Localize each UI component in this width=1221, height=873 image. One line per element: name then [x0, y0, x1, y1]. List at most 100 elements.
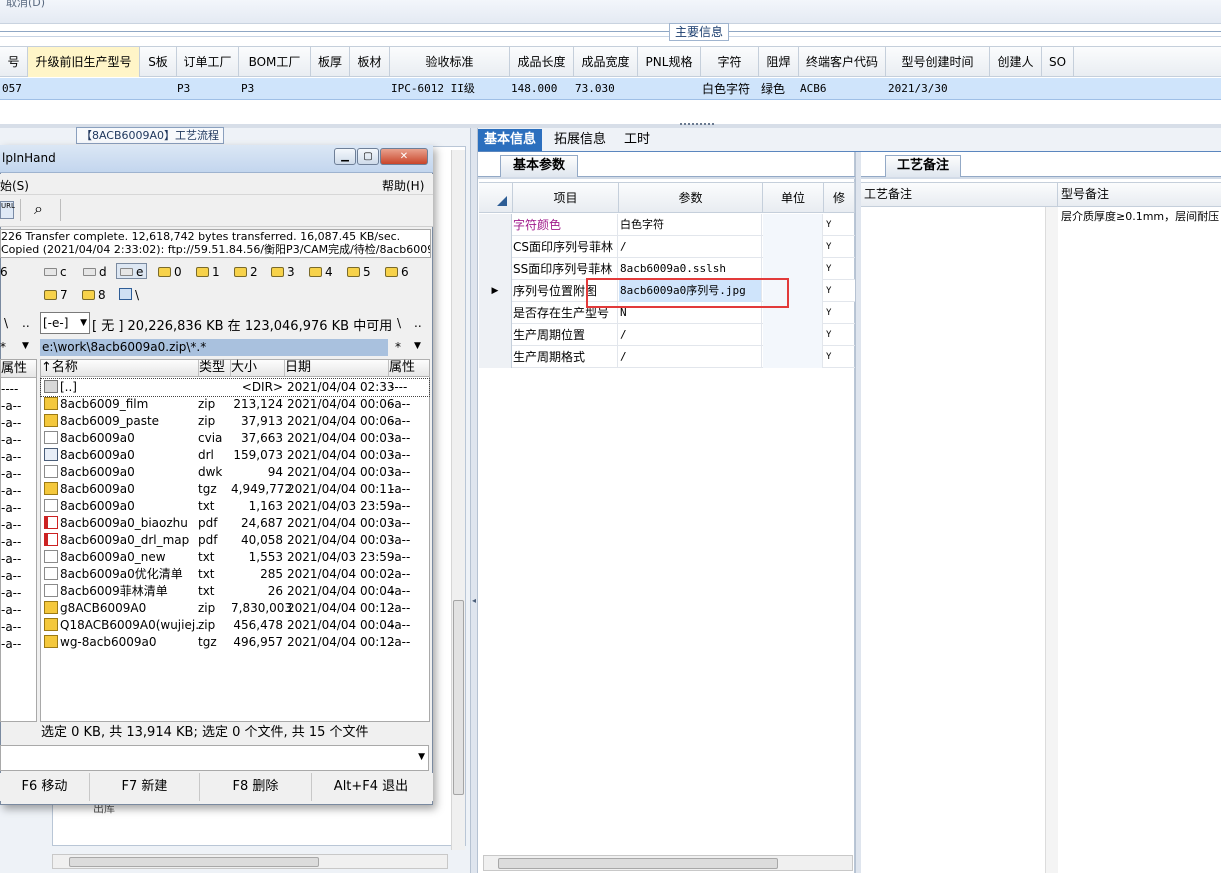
craft-col-notes[interactable]: 工艺备注 — [861, 183, 1058, 206]
col-attr[interactable]: 属性 — [389, 360, 429, 376]
drive-button-selected[interactable]: e — [116, 263, 148, 279]
tab-basic-info[interactable]: 基本信息 — [478, 129, 543, 151]
scroll-thumb[interactable] — [453, 600, 464, 795]
col-header-bom-factory[interactable]: BOM工厂 — [239, 47, 311, 77]
col-header-creator[interactable]: 创建人 — [990, 47, 1042, 77]
params-col-unit[interactable]: 单位 — [763, 183, 824, 213]
drive-button[interactable]: 7 — [44, 287, 68, 303]
menu-help[interactable]: 帮助(H) — [382, 177, 424, 194]
exit-button[interactable]: Alt+F4 退出 — [312, 773, 430, 801]
col-header-created-time[interactable]: 型号创建时间 — [886, 47, 990, 77]
file-row[interactable]: 8acb6009a0 tgz 4,949,772 2021/04/04 00:11 -a… — [41, 481, 429, 498]
param-unit[interactable] — [763, 214, 823, 236]
file-row[interactable]: 8acb6009a0 dwk 94 2021/04/04 00:03 -a-- — [41, 464, 429, 481]
file-row[interactable]: wg-8acb6009a0 tgz 496,957 2021/04/04 00:12-… — [41, 634, 429, 651]
binoculars-icon[interactable]: ⌕ — [34, 199, 43, 219]
file-list[interactable]: [..] <DIR> 2021/04/04 02:33 ---- 8acb6009_fi… — [40, 377, 430, 722]
drive-button[interactable]: 6 — [385, 264, 409, 280]
left-history-icon[interactable]: ▼ — [22, 341, 29, 351]
right-history-icon[interactable]: ▼ — [414, 341, 421, 351]
drive-button[interactable]: 8 — [82, 287, 106, 303]
file-row[interactable]: g8ACB6009A0 zip 7,830,003 2021/04/04 00:12-… — [41, 600, 429, 617]
col-header-s-board[interactable]: S板 — [140, 47, 177, 77]
chevron-down-icon[interactable]: ▼ — [418, 752, 425, 762]
col-type[interactable]: 类型 — [199, 360, 231, 376]
tab-basic-params[interactable]: 基本参数 — [500, 155, 578, 177]
drive-button[interactable]: 6 — [0, 264, 8, 280]
drive-button[interactable]: 5 — [347, 264, 371, 280]
col-size[interactable]: 大小 — [231, 360, 285, 376]
col-header-pnl[interactable]: PNL规格 — [638, 47, 701, 77]
row-indicator[interactable] — [479, 236, 512, 258]
right-root-button[interactable]: \ — [397, 316, 401, 330]
left-up-button[interactable]: .. — [22, 316, 30, 330]
drive-button-network[interactable]: \ — [119, 287, 139, 303]
drive-button[interactable]: d — [83, 264, 107, 280]
file-row[interactable]: 8acb6009a0_drl_map pdf 40,058 2021/04/04 00… — [41, 532, 429, 549]
url-icon[interactable]: URL — [0, 201, 15, 219]
craft-vertical-scrollbar[interactable] — [1045, 207, 1058, 873]
minimize-button[interactable]: ▁ — [334, 148, 356, 165]
file-row[interactable]: [..] <DIR> 2021/04/04 02:33 ---- — [40, 378, 430, 397]
params-col-value[interactable]: 参数 — [619, 183, 763, 213]
drive-button[interactable]: 3 — [271, 264, 295, 280]
right-up-button[interactable]: .. — [414, 316, 422, 330]
params-col-item[interactable]: 项目 — [513, 183, 619, 213]
f7-new-button[interactable]: F7 新建 — [90, 773, 200, 801]
params-row[interactable]: 生产周期位置 / Y — [479, 324, 855, 346]
col-header-char[interactable]: 字符 — [701, 47, 759, 77]
param-value[interactable]: / — [619, 236, 762, 258]
f8-delete-button[interactable]: F8 删除 — [200, 773, 312, 801]
ftp-log[interactable]: 226 Transfer complete. 12,618,742 bytes … — [0, 229, 431, 258]
drive-button[interactable]: c — [44, 264, 67, 280]
param-value[interactable]: 白色字符 — [619, 214, 762, 236]
params-horizontal-scrollbar[interactable] — [483, 855, 853, 871]
tab-craft-notes[interactable]: 工艺备注 — [885, 155, 961, 177]
row-indicator[interactable] — [479, 346, 512, 368]
file-row[interactable]: 8acb6009a0 cvia 37,663 2021/04/04 00:03 -a-- — [41, 430, 429, 447]
param-unit[interactable] — [763, 324, 823, 346]
drive-select[interactable]: [-e-] ▼ — [40, 312, 90, 334]
row-indicator[interactable] — [479, 324, 512, 346]
param-value[interactable]: / — [619, 346, 762, 368]
file-row[interactable]: 8acb6009_film zip 213,124 2021/04/04 00:06-… — [41, 396, 429, 413]
close-button[interactable]: ✕ — [380, 148, 428, 165]
file-row[interactable]: 8acb6009菲林清单 txt 26 2021/04/04 00:04 -a-- — [41, 583, 429, 600]
menu-start[interactable]: 始(S) — [0, 177, 29, 194]
f6-move-button[interactable]: F6 移动 — [0, 773, 90, 801]
scroll-thumb[interactable] — [498, 858, 778, 869]
left-file-panel[interactable]: 属性 ---- -a-- -a-- -a-- -a-- -a-- -a-- -a-- -a-- -… — [0, 359, 37, 722]
col-header-length[interactable]: 成品长度 — [510, 47, 574, 77]
drive-button[interactable]: 2 — [234, 264, 258, 280]
row-indicator[interactable] — [479, 258, 512, 280]
main-grid-row[interactable]: 057 P3 P3 IPC-6012 II级 148.000 73.030 白色… — [0, 78, 1221, 100]
file-row[interactable]: 8acb6009a0_biaozhu pdf 24,687 2021/04/04 00… — [41, 515, 429, 532]
params-row[interactable]: SS面印序列号菲林 8acb6009a0.sslsh Y — [479, 258, 855, 280]
col-header-old-model[interactable]: 升级前旧生产型号 — [28, 47, 140, 77]
right-filter[interactable]: * — [395, 340, 401, 354]
col-header-thickness[interactable]: 板厚 — [311, 47, 350, 77]
craft-col-model-notes[interactable]: 型号备注 — [1058, 183, 1221, 206]
col-date[interactable]: 日期 — [285, 360, 389, 376]
col-name[interactable]: ↑名称 — [41, 360, 199, 376]
param-unit[interactable] — [763, 236, 823, 258]
col-header-mask[interactable]: 阻焊 — [759, 47, 799, 77]
file-row[interactable]: 8acb6009_paste zip 37,913 2021/04/04 00:06-… — [41, 413, 429, 430]
col-header-0[interactable]: 号 — [0, 47, 28, 77]
left-root-button[interactable]: \ — [4, 316, 8, 330]
tab-hours[interactable]: 工时 — [618, 129, 656, 151]
col-header-so[interactable]: SO — [1042, 47, 1074, 77]
left-filter[interactable]: * — [0, 340, 6, 354]
params-row[interactable]: 生产周期格式 / Y — [479, 346, 855, 368]
top-strip-text[interactable]: 取消(D) — [6, 0, 45, 10]
tab-extended-info[interactable]: 拓展信息 — [548, 129, 612, 151]
left-horizontal-scrollbar[interactable] — [52, 854, 448, 869]
col-header-standard[interactable]: 验收标准 — [390, 47, 510, 77]
file-row[interactable]: 8acb6009a0_new txt 1,553 2021/04/03 23:59 -a… — [41, 549, 429, 566]
scroll-thumb[interactable] — [69, 857, 319, 867]
file-row[interactable]: Q18ACB6009A0(wujiej.. zip 456,478 2021/04/0… — [41, 617, 429, 634]
row-indicator[interactable]: ▶ — [479, 280, 512, 302]
file-row[interactable]: 8acb6009a0 txt 1,163 2021/04/03 23:59 -a-- — [41, 498, 429, 515]
process-flow-tab[interactable]: 【8ACB6009A0】工艺流程 — [76, 127, 224, 144]
craft-notes-body[interactable] — [861, 207, 1058, 873]
